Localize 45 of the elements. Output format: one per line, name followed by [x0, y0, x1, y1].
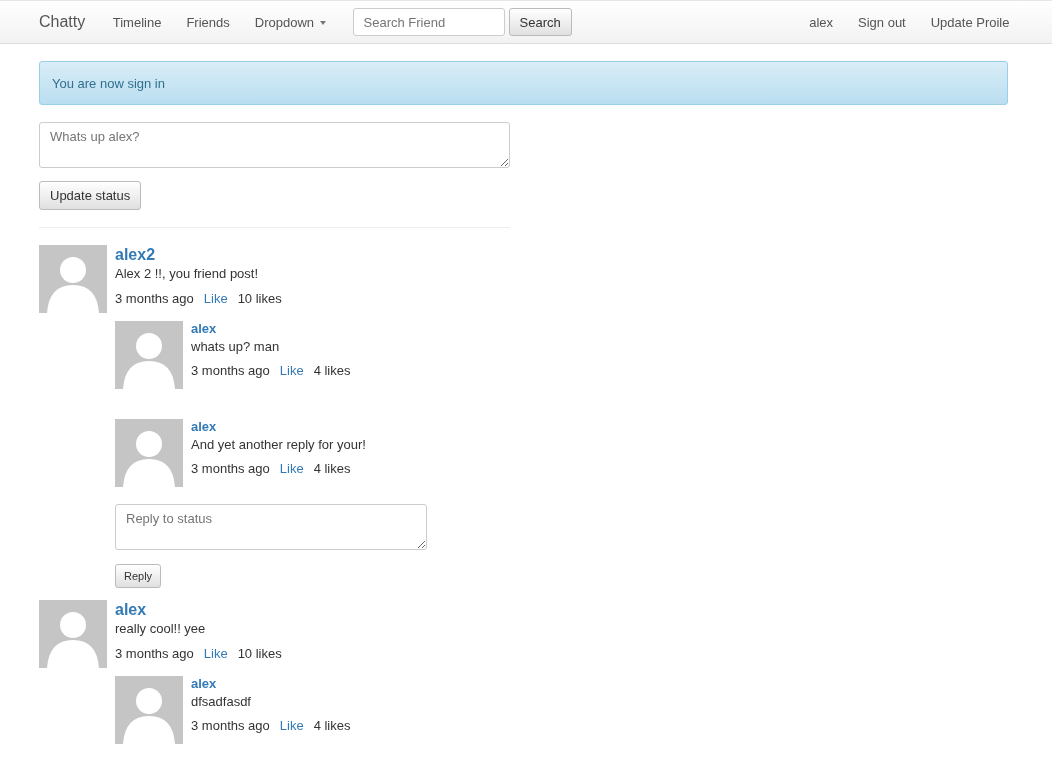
author-link[interactable]: alex [191, 419, 366, 435]
nav-link[interactable]: Update Proile [918, 14, 1022, 30]
timestamp: 3 months ago [191, 718, 270, 733]
update-status-button[interactable]: Update status [39, 181, 142, 210]
timestamp: 3 months ago [115, 646, 194, 661]
reply-text: And yet another reply for your! [191, 436, 366, 453]
caret-icon [320, 21, 327, 26]
avatar-placeholder [39, 245, 107, 313]
timestamp: 3 months ago [115, 291, 194, 306]
author-link[interactable]: alex [115, 601, 282, 619]
author-link[interactable]: alex [191, 321, 351, 337]
brand-link[interactable]: Chatty [24, 13, 101, 31]
reply-input[interactable]: Reply to status [115, 504, 427, 550]
like-count: 4 likes [313, 363, 351, 378]
alert-message: You are now sign in [39, 61, 1008, 105]
status-input[interactable]: Whats up alex? [39, 122, 510, 168]
timestamp: 3 months ago [191, 363, 270, 378]
dropdown-toggle[interactable]: Dropdown [242, 14, 339, 30]
status-text: Alex 2 !!, you friend post! [115, 265, 260, 282]
search-button[interactable]: Search [508, 8, 572, 36]
like-link[interactable]: Like [279, 461, 304, 476]
nav-link[interactable]: Sign out [845, 14, 919, 30]
author-link[interactable]: alex2 [115, 246, 282, 264]
like-count: 4 likes [313, 718, 351, 733]
like-count: 4 likes [313, 461, 351, 476]
avatar-placeholder [39, 600, 107, 668]
status-text: really cool!! yee [115, 620, 207, 637]
reply-text: dfsadfasdf [191, 693, 252, 710]
like-count: 10 likes [237, 291, 282, 306]
like-count: 10 likes [237, 646, 282, 661]
like-link[interactable]: Like [279, 718, 304, 733]
timestamp: 3 months ago [191, 461, 270, 476]
nav-link[interactable]: Friends [173, 14, 243, 30]
nav-link[interactable]: alex [796, 14, 846, 30]
like-link[interactable]: Like [203, 291, 228, 306]
reply-button[interactable]: Reply [115, 564, 162, 588]
nav-link[interactable]: Timeline [100, 14, 174, 30]
avatar-placeholder [115, 676, 183, 744]
avatar-placeholder [115, 321, 183, 389]
avatar-placeholder [115, 419, 183, 487]
author-link[interactable]: alex [191, 676, 351, 692]
like-link[interactable]: Like [279, 363, 304, 378]
like-link[interactable]: Like [203, 646, 228, 661]
search-field[interactable]: Search Friend [352, 8, 505, 36]
reply-text: whats up? man [191, 338, 281, 355]
